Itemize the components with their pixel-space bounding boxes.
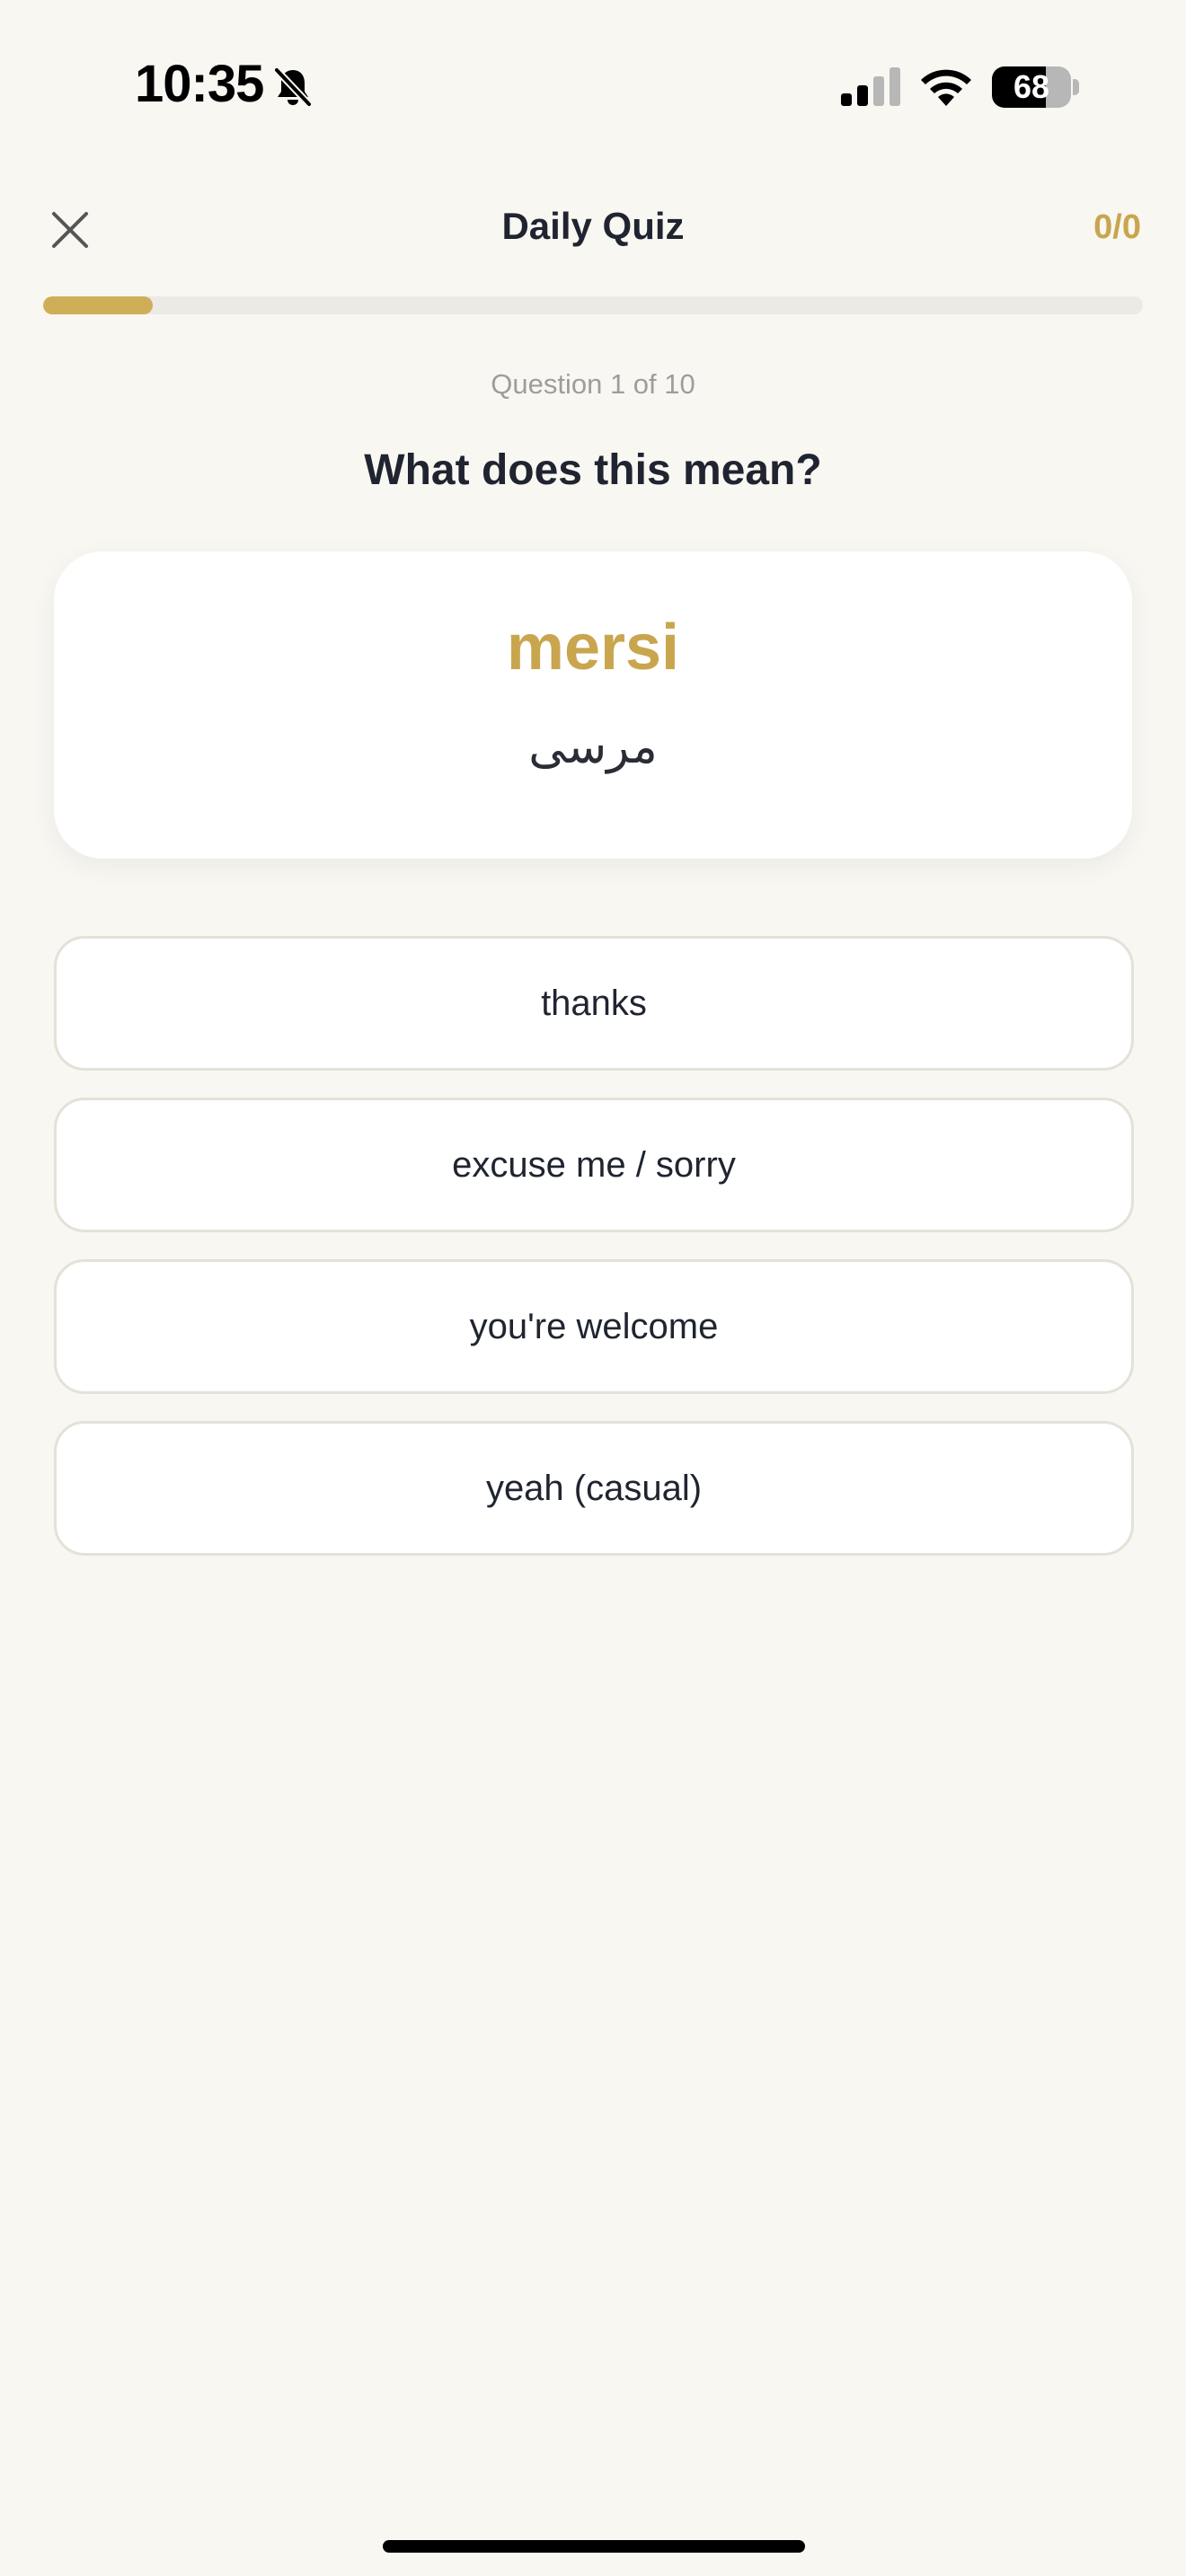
question-prompt: What does this mean? — [364, 446, 822, 494]
answer-option[interactable]: yeah (casual) — [54, 1421, 1134, 1556]
word-transliteration: mersi — [506, 612, 680, 684]
progress-bar — [43, 296, 1143, 314]
answer-option[interactable]: you're welcome — [54, 1259, 1134, 1394]
status-bar: 10:35 68 — [0, 0, 1186, 171]
page-title: Daily Quiz — [501, 205, 685, 247]
word-card: mersi مرسی — [54, 551, 1132, 859]
question-counter: Question 1 of 10 — [491, 368, 695, 400]
battery-percent: 68 — [1013, 68, 1050, 105]
home-indicator[interactable] — [383, 2540, 805, 2553]
battery-cap — [1073, 79, 1079, 95]
answer-option[interactable]: excuse me / sorry — [54, 1098, 1134, 1232]
battery-icon: 68 — [992, 66, 1071, 108]
progress-fill — [43, 296, 154, 314]
word-native-script: مرسی — [528, 720, 658, 774]
answer-option[interactable]: thanks — [54, 936, 1134, 1071]
score-counter: 0/0 — [1093, 208, 1141, 246]
cellular-signal-icon — [841, 67, 900, 106]
status-time: 10:35 — [135, 55, 264, 113]
bell-slash-icon — [273, 66, 313, 108]
wifi-icon — [921, 69, 971, 106]
